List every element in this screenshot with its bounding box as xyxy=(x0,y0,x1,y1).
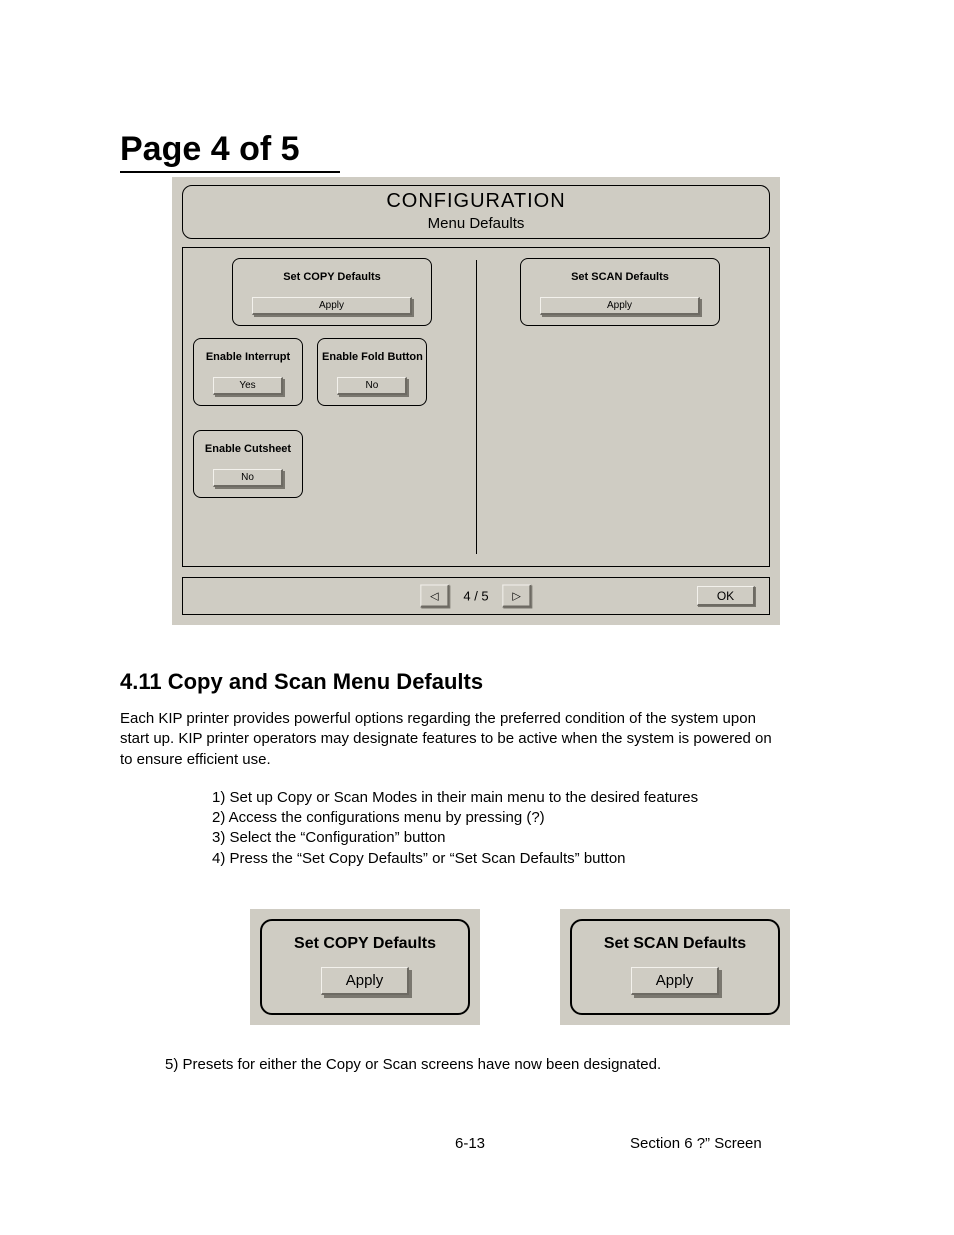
enable-fold-panel: Enable Fold Button No xyxy=(317,338,427,406)
configuration-subtitle: Menu Defaults xyxy=(183,215,769,232)
left-arrow-icon: ◁ xyxy=(430,589,438,602)
right-column: Set SCAN Defaults Apply xyxy=(481,258,759,338)
set-copy-defaults-panel: Set COPY Defaults Apply xyxy=(232,258,432,326)
copy-defaults-apply-large[interactable]: Apply xyxy=(321,967,410,995)
scan-defaults-panel-large: Set SCAN Defaults Apply xyxy=(570,919,780,1015)
step-1: 1) Set up Copy or Scan Modes in their ma… xyxy=(212,788,844,808)
set-scan-defaults-label: Set SCAN Defaults xyxy=(529,265,711,289)
document-page: Page 4 of 5 CONFIGURATION Menu Defaults … xyxy=(0,0,954,1235)
configuration-body: Set COPY Defaults Apply Enable Interrupt… xyxy=(182,247,770,567)
toggle-row: Enable Interrupt Yes Enable Fold Button … xyxy=(193,338,471,418)
configuration-title: CONFIGURATION xyxy=(183,190,769,213)
steps-list: 1) Set up Copy or Scan Modes in their ma… xyxy=(212,788,844,869)
scan-defaults-title-large: Set SCAN Defaults xyxy=(584,935,766,953)
copy-defaults-title-large: Set COPY Defaults xyxy=(274,935,456,953)
step-4: 4) Press the “Set Copy Defaults” or “Set… xyxy=(212,849,844,869)
set-copy-defaults-label: Set COPY Defaults xyxy=(241,265,423,289)
page-title: Page 4 of 5 xyxy=(120,130,340,173)
enable-cutsheet-panel: Enable Cutsheet No xyxy=(193,430,303,498)
set-scan-defaults-panel: Set SCAN Defaults Apply xyxy=(520,258,720,326)
set-scan-defaults-apply-button[interactable]: Apply xyxy=(540,297,700,315)
configuration-figure: CONFIGURATION Menu Defaults Set COPY Def… xyxy=(172,177,780,625)
page-indicator: 4 / 5 xyxy=(463,589,488,604)
next-page-button[interactable]: ▷ xyxy=(503,585,532,608)
step-3: 3) Select the “Configuration” button xyxy=(212,828,844,848)
defaults-panels-figure: Set COPY Defaults Apply Set SCAN Default… xyxy=(250,909,844,1025)
scan-defaults-apply-large[interactable]: Apply xyxy=(631,967,720,995)
enable-interrupt-button[interactable]: Yes xyxy=(213,377,283,395)
page-nav-group: ◁ 4 / 5 ▷ xyxy=(420,585,531,608)
prev-page-button[interactable]: ◁ xyxy=(420,585,449,608)
vertical-divider xyxy=(476,260,477,554)
copy-defaults-panel-large: Set COPY Defaults Apply xyxy=(260,919,470,1015)
enable-fold-button[interactable]: No xyxy=(337,377,407,395)
enable-interrupt-label: Enable Interrupt xyxy=(202,345,294,369)
set-copy-defaults-apply-button[interactable]: Apply xyxy=(252,297,412,315)
footer-page-number: 6-13 xyxy=(455,1135,485,1152)
enable-cutsheet-label: Enable Cutsheet xyxy=(202,437,294,461)
step-2: 2) Access the configurations menu by pre… xyxy=(212,808,844,828)
right-arrow-icon: ▷ xyxy=(512,589,520,602)
ok-button[interactable]: OK xyxy=(697,586,755,606)
enable-interrupt-panel: Enable Interrupt Yes xyxy=(193,338,303,406)
left-column: Set COPY Defaults Apply Enable Interrupt… xyxy=(193,258,471,510)
footer-section: Section 6 ?” Screen xyxy=(630,1135,762,1152)
configuration-header: CONFIGURATION Menu Defaults xyxy=(182,185,770,239)
section-heading: 4.11 Copy and Scan Menu Defaults xyxy=(120,669,844,695)
enable-cutsheet-button[interactable]: No xyxy=(213,469,283,487)
step-5: 5) Presets for either the Copy or Scan s… xyxy=(165,1055,825,1075)
intro-paragraph: Each KIP printer provides powerful optio… xyxy=(120,709,780,770)
scan-defaults-figure: Set SCAN Defaults Apply xyxy=(560,909,790,1025)
configuration-footer: ◁ 4 / 5 ▷ OK xyxy=(182,577,770,615)
copy-defaults-figure: Set COPY Defaults Apply xyxy=(250,909,480,1025)
enable-fold-label: Enable Fold Button xyxy=(326,345,418,369)
